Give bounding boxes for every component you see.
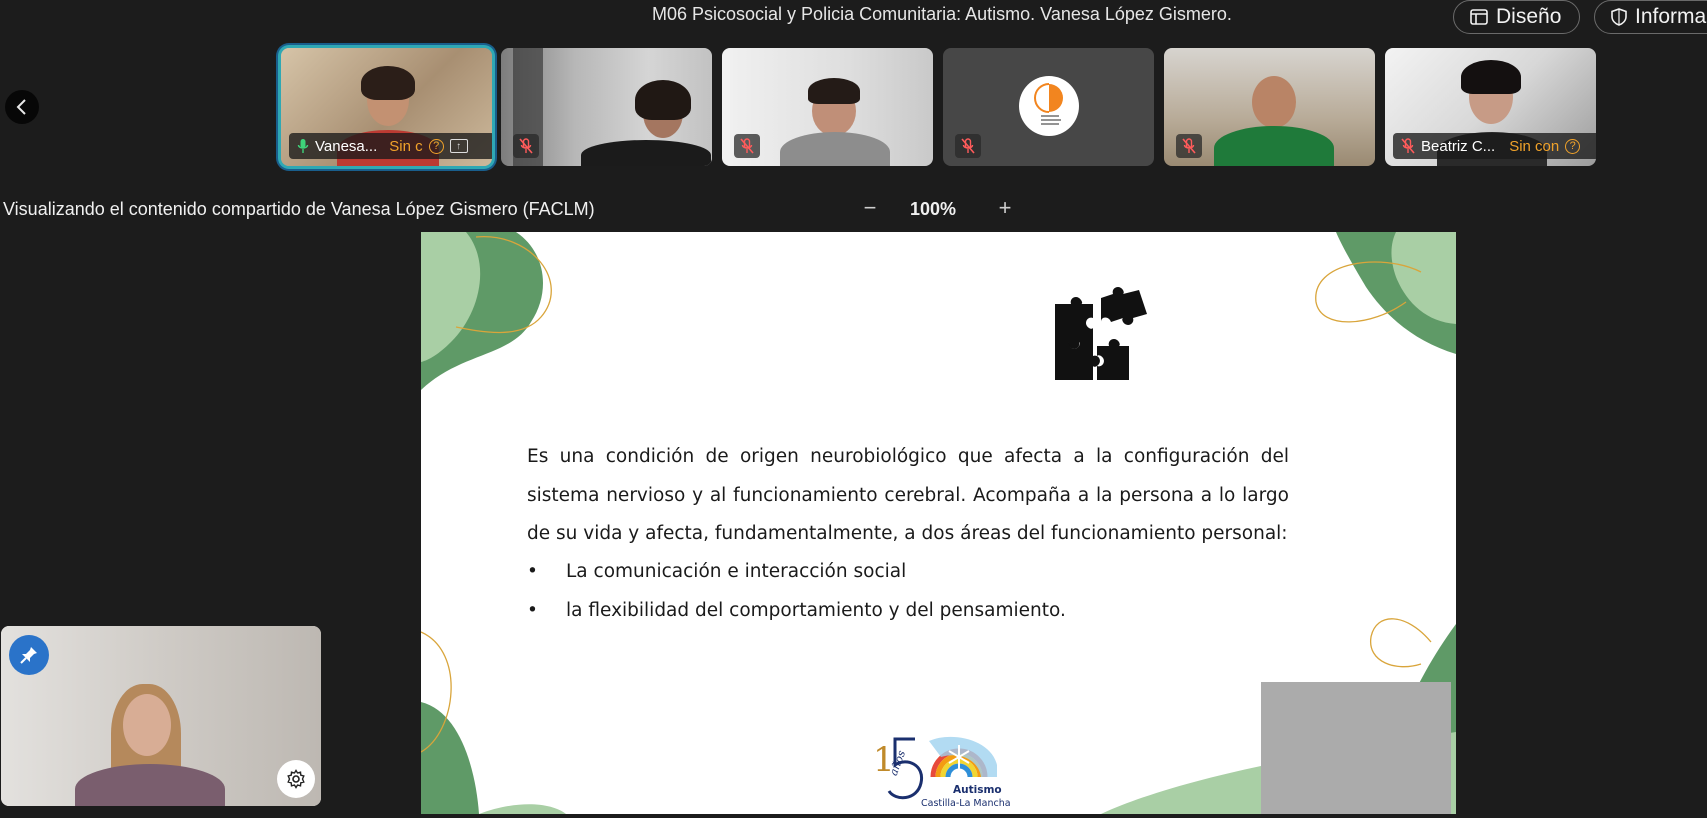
participant-name-bar: Beatriz C... Sin con ? (1393, 133, 1596, 159)
participant-hair (808, 78, 860, 104)
gear-icon (287, 769, 305, 789)
participant-status: Sin con (1509, 137, 1560, 155)
participant-name: Beatriz C... (1421, 137, 1496, 155)
mic-off-icon (519, 138, 533, 154)
mic-off-badge (1176, 134, 1202, 158)
participant-tile-5[interactable] (1164, 48, 1375, 166)
slide-bullet-item: La comunicación e interacción social (527, 553, 1289, 592)
mic-off-icon (1401, 138, 1415, 154)
participant-tile-4[interactable] (943, 48, 1154, 166)
layout-button[interactable]: Diseño (1453, 0, 1580, 34)
slide-paragraph: Es una condición de origen neurobiológic… (527, 446, 1289, 544)
self-view-tile[interactable] (1, 626, 321, 806)
puzzle-icon (1055, 287, 1147, 380)
chevron-left-icon (16, 99, 26, 115)
strip-prev-button[interactable] (5, 90, 39, 124)
zoom-out-button[interactable]: − (858, 195, 882, 220)
participant-torso (780, 132, 890, 166)
screen-share-icon: ↑ (449, 139, 468, 153)
participant-tile-6[interactable]: Beatriz C... Sin con ? (1385, 48, 1596, 166)
participant-tile-3[interactable] (722, 48, 933, 166)
organization-avatar (1019, 76, 1079, 136)
pin-button[interactable] (9, 635, 49, 675)
shared-slide: Es una condición de origen neurobiológic… (421, 232, 1456, 814)
layout-icon (1470, 9, 1488, 25)
participant-torso (1214, 126, 1334, 166)
slide-bullet-item: la flexibilidad del comportamiento y del… (527, 592, 1289, 631)
participant-name-bar: Vanesa... Sin c ? ↑ (289, 133, 492, 159)
mic-off-badge (734, 134, 760, 158)
autismo-logo-title: Autismo (953, 784, 1002, 796)
participant-tile-2[interactable] (501, 48, 712, 166)
shield-icon (1611, 8, 1627, 26)
participant-name: Vanesa... (315, 137, 378, 155)
settings-button[interactable] (277, 760, 315, 798)
layout-button-label: Diseño (1496, 5, 1562, 28)
slide-bullet-list: La comunicación e interacción social la … (527, 553, 1289, 630)
autismo-logo: 1 años Autismo Castilla-La Mancha (871, 735, 1011, 814)
share-label: Visualizando el contenido compartido de … (3, 199, 595, 219)
mic-off-badge (955, 134, 981, 158)
participant-face (1252, 76, 1296, 128)
info-button-label: Informa (1635, 5, 1707, 28)
speaker-overlay-placeholder (1261, 682, 1451, 814)
question-icon: ? (1565, 138, 1581, 154)
mic-off-icon (1182, 138, 1196, 154)
participant-torso (581, 140, 711, 166)
pin-icon (20, 647, 37, 664)
info-button[interactable]: Informa (1594, 0, 1707, 34)
meeting-title: M06 Psicosocial y Policia Comunitaria: A… (652, 4, 1232, 24)
escuela-logo-icon (1034, 83, 1063, 125)
participant-status: Sin c (389, 137, 423, 155)
mic-off-icon (961, 138, 975, 154)
participant-hair (361, 66, 415, 100)
participant-torso (75, 764, 225, 806)
mic-off-icon (740, 138, 754, 154)
participant-tile-1[interactable]: Vanesa... Sin c ? ↑ (281, 48, 492, 166)
zoom-level: 100% (910, 199, 957, 219)
participant-hair (1461, 60, 1521, 94)
mic-off-badge (513, 134, 539, 158)
question-icon: ? (428, 138, 444, 154)
participant-face (123, 694, 171, 756)
zoom-in-button[interactable]: + (993, 195, 1017, 220)
participant-hair (635, 80, 691, 120)
autismo-logo-subtitle: Castilla-La Mancha (921, 798, 1011, 809)
mic-icon (297, 139, 309, 153)
